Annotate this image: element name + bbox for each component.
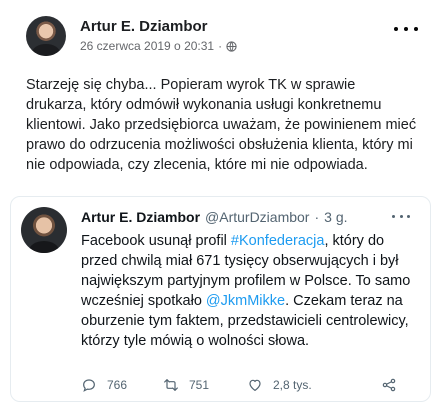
more-options-icon[interactable] bbox=[394, 22, 418, 36]
tweet-text: Facebook usunął profil #Konfederacja, kt… bbox=[81, 231, 417, 351]
tweet-author-name[interactable]: Artur E. Dziambor bbox=[81, 209, 200, 225]
tweet-more-icon[interactable] bbox=[392, 215, 410, 219]
reply-icon bbox=[83, 379, 95, 392]
share-icon bbox=[382, 378, 396, 392]
tweet-author-handle[interactable]: @ArturDziambor bbox=[205, 209, 309, 225]
author-name[interactable]: Artur E. Dziambor bbox=[80, 18, 208, 35]
heart-icon bbox=[249, 379, 261, 391]
post-meta: 26 czerwca 2019 o 20:31 · bbox=[80, 39, 237, 53]
tweet-time[interactable]: 3 g. bbox=[324, 209, 347, 225]
tweet-text-part: Facebook usunął profil bbox=[81, 233, 231, 249]
tweet-header: Artur E. Dziambor @ArturDziambor · 3 g. bbox=[81, 209, 348, 225]
tweet-avatar[interactable] bbox=[21, 207, 67, 253]
retweet-count: 751 bbox=[189, 378, 210, 392]
retweet-icon bbox=[164, 379, 178, 391]
tweet-actions: 766 751 2,8 tys. bbox=[81, 377, 411, 395]
like-button[interactable]: 2,8 tys. bbox=[247, 377, 312, 393]
hashtag-link[interactable]: #Konfederacja bbox=[231, 233, 325, 249]
author-avatar[interactable] bbox=[26, 16, 66, 56]
like-count: 2,8 tys. bbox=[273, 378, 312, 392]
meta-separator: · bbox=[218, 39, 223, 53]
tweet-separator: · bbox=[314, 209, 320, 225]
reply-count: 766 bbox=[107, 378, 128, 392]
share-button[interactable] bbox=[381, 377, 397, 393]
mention-link[interactable]: @JkmMikke bbox=[206, 293, 285, 309]
post-header: Artur E. Dziambor 26 czerwca 2019 o 20:3… bbox=[26, 16, 418, 62]
globe-icon bbox=[226, 40, 237, 52]
post-date[interactable]: 26 czerwca 2019 o 20:31 bbox=[80, 39, 214, 53]
post-body: Starzeję się chyba... Popieram wyrok TK … bbox=[26, 77, 417, 173]
reply-button[interactable]: 766 bbox=[81, 377, 127, 393]
embedded-tweet[interactable]: Artur E. Dziambor @ArturDziambor · 3 g. … bbox=[10, 196, 431, 402]
retweet-button[interactable]: 751 bbox=[163, 377, 209, 393]
